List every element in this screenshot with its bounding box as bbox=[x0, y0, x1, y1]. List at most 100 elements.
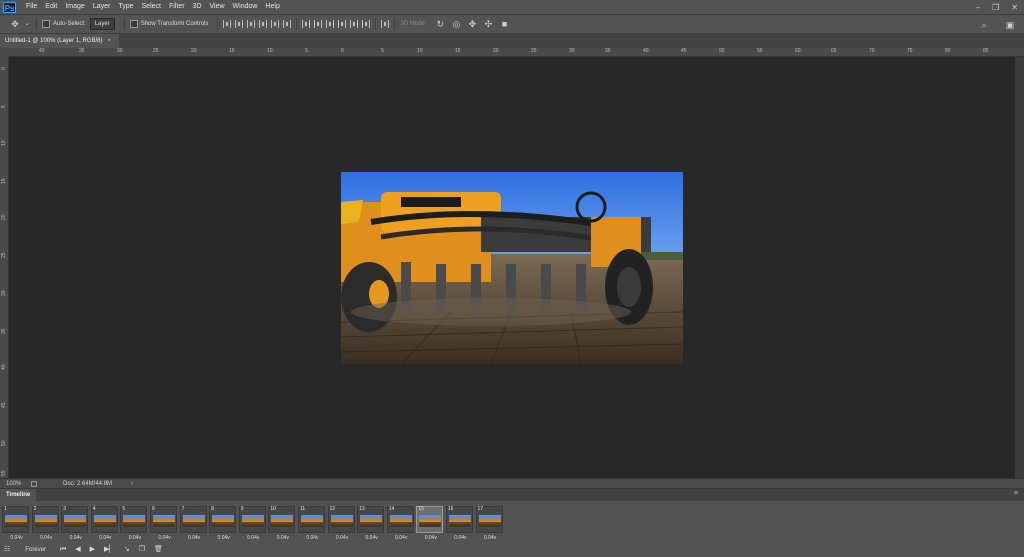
frame-delay[interactable]: 0.04v bbox=[92, 535, 119, 542]
distribute-buttons bbox=[302, 20, 371, 28]
orbit-3d-icon[interactable]: ↻ bbox=[433, 18, 447, 30]
first-frame-icon[interactable]: ⏮ bbox=[60, 543, 66, 557]
frame-delay[interactable]: 0.04v bbox=[210, 535, 237, 542]
loop-options-dropdown[interactable]: Forever bbox=[25, 547, 46, 553]
zoom-options-icon[interactable] bbox=[31, 481, 37, 487]
panel-menu-icon[interactable]: ≡ bbox=[1014, 490, 1018, 497]
distribute-hcenter-icon[interactable] bbox=[350, 20, 359, 28]
minimize-icon[interactable]: – bbox=[976, 3, 980, 12]
distribute-right-icon[interactable] bbox=[362, 20, 371, 28]
distribute-vcenter-icon[interactable] bbox=[314, 20, 323, 28]
frame-17[interactable]: 17 0.04v bbox=[475, 506, 503, 541]
document-image[interactable] bbox=[341, 172, 683, 364]
menu-3d[interactable]: 3D bbox=[189, 0, 206, 14]
frame-delay[interactable]: 0.04v bbox=[447, 535, 474, 542]
duplicate-frame-icon[interactable]: ❐ bbox=[139, 543, 145, 557]
menu-type[interactable]: Type bbox=[114, 0, 137, 14]
frame-4[interactable]: 4 0.04v bbox=[90, 506, 118, 541]
restore-icon[interactable]: ❐ bbox=[992, 3, 999, 12]
vertical-ruler[interactable]: 0 5 10 15 20 25 30 35 40 45 50 55 bbox=[0, 56, 9, 479]
drag-3d-icon[interactable]: ✥ bbox=[465, 18, 479, 30]
chevron-down-icon[interactable]: ⌄ bbox=[24, 18, 30, 30]
frame-number: 16 bbox=[447, 506, 454, 512]
frame-6[interactable]: 6 0.04v bbox=[149, 506, 177, 541]
slide-3d-icon[interactable]: ✣ bbox=[481, 18, 495, 30]
frame-delay[interactable]: 0.04v bbox=[33, 535, 60, 542]
frame-11[interactable]: 11 0.04v bbox=[297, 506, 325, 541]
frame-delay[interactable]: 0.04v bbox=[417, 535, 444, 542]
frame-1[interactable]: 1 0.04v bbox=[2, 506, 29, 541]
menu-image[interactable]: Image bbox=[61, 0, 88, 14]
frame-2[interactable]: 2 0.04v bbox=[31, 506, 59, 541]
workspace-icon[interactable]: ▣ bbox=[1003, 19, 1017, 31]
frame-delay[interactable]: 0.04v bbox=[388, 535, 415, 542]
menu-view[interactable]: View bbox=[206, 0, 229, 14]
divider bbox=[123, 18, 125, 30]
frame-5[interactable]: 5 0.04v bbox=[120, 506, 148, 541]
menu-window[interactable]: Window bbox=[229, 0, 262, 14]
frame-delay[interactable]: 0.04v bbox=[121, 535, 148, 542]
search-icon[interactable]: ⌕ bbox=[977, 19, 991, 31]
frame-delay[interactable]: 0.04v bbox=[62, 535, 89, 542]
scale-3d-icon[interactable]: ■ bbox=[497, 18, 511, 30]
align-top-icon[interactable] bbox=[223, 20, 232, 28]
document-tab[interactable]: Untitled-1 @ 100% (Layer 1, RGB/8) × bbox=[0, 34, 119, 48]
frame-8[interactable]: 8 0.04v bbox=[209, 506, 237, 541]
vertical-scrollbar[interactable] bbox=[1015, 57, 1024, 478]
show-transform-checkbox[interactable] bbox=[129, 20, 138, 28]
menu-file[interactable]: File bbox=[22, 0, 41, 14]
menu-help[interactable]: Help bbox=[261, 0, 283, 14]
frame-delay[interactable]: 0.04v bbox=[329, 535, 356, 542]
frame-9[interactable]: 9 0.04v bbox=[238, 506, 266, 541]
ruler-label: 75 bbox=[907, 48, 913, 54]
ruler-label: 10 bbox=[417, 48, 423, 54]
distribute-bottom-icon[interactable] bbox=[326, 20, 335, 28]
frame-thumbnail bbox=[419, 515, 442, 527]
frame-delay[interactable]: 0.04v bbox=[358, 535, 385, 542]
delete-frame-icon[interactable]: 🗑 bbox=[154, 543, 163, 557]
align-left-icon[interactable] bbox=[259, 20, 268, 28]
distribute-left-icon[interactable] bbox=[338, 20, 347, 28]
next-frame-icon[interactable]: ▶▏ bbox=[104, 543, 115, 557]
frame-delay[interactable]: 0.04v bbox=[181, 535, 208, 542]
frame-12[interactable]: 12 0.04v bbox=[327, 506, 355, 541]
frame-delay[interactable]: 0.04v bbox=[151, 535, 178, 542]
close-tab-icon[interactable]: × bbox=[107, 38, 111, 44]
frame-delay[interactable]: 0.04v bbox=[477, 535, 504, 542]
timeline-controls: ☷ Forever ⏮ ◀ ▶ ▶▏ ↘ ❐ 🗑 bbox=[0, 543, 1024, 557]
tween-icon[interactable]: ↘ bbox=[124, 543, 130, 557]
menu-select[interactable]: Select bbox=[138, 0, 165, 14]
frame-delay[interactable]: 0.04v bbox=[269, 535, 296, 542]
frame-13[interactable]: 13 0.04v bbox=[357, 506, 385, 541]
menu-layer[interactable]: Layer bbox=[89, 0, 115, 14]
timeline-header: Timeline ≡ bbox=[0, 489, 1024, 501]
auto-select-checkbox[interactable] bbox=[42, 20, 50, 28]
align-vcenter-icon[interactable] bbox=[235, 20, 244, 28]
align-bottom-icon[interactable] bbox=[247, 20, 256, 28]
ruler-corner[interactable] bbox=[0, 48, 8, 56]
horizontal-ruler[interactable]: 40 35 30 25 20 15 10 5 0 5 10 15 20 25 3… bbox=[8, 48, 1024, 57]
auto-align-icon[interactable] bbox=[381, 20, 390, 28]
menu-edit[interactable]: Edit bbox=[41, 0, 61, 14]
frame-7[interactable]: 7 0.04v bbox=[179, 506, 207, 541]
convert-timeline-icon[interactable]: ☷ bbox=[4, 543, 10, 557]
move-tool-icon[interactable]: ✥ bbox=[8, 18, 22, 30]
close-icon[interactable]: ✕ bbox=[1011, 3, 1018, 12]
frame-16[interactable]: 16 0.04v bbox=[445, 506, 473, 541]
auto-select-dropdown[interactable]: Layer bbox=[89, 18, 115, 30]
roll-3d-icon[interactable]: ◎ bbox=[449, 18, 463, 30]
timeline-tab[interactable]: Timeline bbox=[0, 489, 37, 501]
frame-14[interactable]: 14 0.04v bbox=[386, 506, 414, 541]
play-icon[interactable]: ▶ bbox=[90, 543, 95, 557]
distribute-top-icon[interactable] bbox=[302, 20, 311, 28]
frame-3[interactable]: 3 0.04v bbox=[61, 506, 89, 541]
align-hcenter-icon[interactable] bbox=[271, 20, 280, 28]
frame-delay[interactable]: 0.04v bbox=[240, 535, 267, 542]
previous-frame-icon[interactable]: ◀ bbox=[75, 543, 80, 557]
frame-10[interactable]: 10 0.04v bbox=[268, 506, 296, 541]
frame-15-selected[interactable]: 15 0.04v bbox=[416, 506, 444, 541]
frame-delay[interactable]: 0.04v bbox=[299, 535, 326, 542]
menu-filter[interactable]: Filter bbox=[165, 0, 189, 14]
frame-delay[interactable]: 0.04v bbox=[3, 535, 30, 542]
align-right-icon[interactable] bbox=[283, 20, 292, 28]
